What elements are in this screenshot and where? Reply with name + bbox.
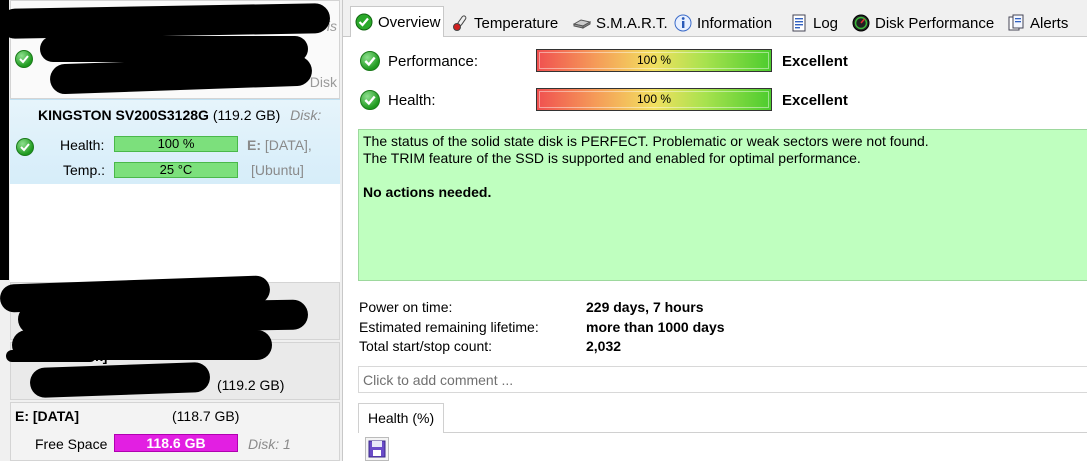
- tab-bar: Overview Temperature S.M.A.R.T. Informat…: [343, 0, 1087, 37]
- disk-capacity: (119.2 GB): [212, 107, 281, 123]
- power-on-value: 229 days, 7 hours: [586, 299, 704, 315]
- free-space-bar: 118.6 GB: [114, 434, 238, 452]
- tab-log[interactable]: Log: [786, 10, 846, 36]
- details-panel: Overview Temperature S.M.A.R.T. Informat…: [342, 0, 1087, 461]
- tab-disk-performance-label: Disk Performance: [875, 14, 995, 32]
- disk-model: KINGSTON SV200S3128G: [38, 107, 209, 123]
- disk-entry-3-capacity: (119.2 GB): [217, 377, 285, 393]
- tab-alerts-label: Alerts: [1030, 14, 1069, 32]
- tab-smart-label: S.M.A.R.T.: [596, 14, 668, 32]
- volume-name: E: [DATA]: [15, 408, 80, 424]
- health-label: Health:: [388, 92, 436, 109]
- temp-bar: 25 °C: [114, 162, 238, 178]
- tab-temperature-label: Temperature: [474, 14, 559, 32]
- disk-list-empty-area: [10, 184, 340, 282]
- save-button[interactable]: [365, 437, 389, 461]
- disk-entry-kingston[interactable]: KINGSTON SV200S3128G (119.2 GB) Disk: He…: [10, 99, 340, 184]
- health-label: Health:: [60, 137, 105, 153]
- health-status: Excellent: [782, 92, 848, 109]
- free-space-label: Free Space: [35, 436, 108, 452]
- performance-bar: 100 %: [536, 49, 772, 72]
- status-line-2: The TRIM feature of the SSD is supported…: [363, 150, 861, 166]
- performance-check-icon: [360, 51, 380, 71]
- speedometer-icon: [852, 14, 870, 32]
- disk-title: KINGSTON SV200S3128G (119.2 GB) Disk:: [38, 107, 321, 123]
- tab-disk-performance[interactable]: Disk Performance: [848, 10, 1002, 36]
- volume-disk-label: Disk: 1: [248, 436, 291, 452]
- performance-label: Performance:: [388, 53, 479, 70]
- status-line-1: The status of the solid state disk is PE…: [363, 133, 929, 149]
- lifetime-value: more than 1000 days: [586, 319, 725, 335]
- power-on-label: Power on time:: [359, 299, 453, 315]
- floppy-disk-icon: [368, 440, 386, 458]
- lifetime-label: Estimated remaining lifetime:: [359, 319, 539, 335]
- performance-value: 100 %: [636, 53, 672, 67]
- start-stop-value: 2,032: [586, 338, 622, 354]
- tab-information[interactable]: Information: [670, 10, 782, 36]
- tab-alerts[interactable]: Alerts: [1003, 10, 1083, 36]
- log-document-icon: [790, 14, 808, 32]
- thermometer-icon: [451, 14, 469, 32]
- disk-selected-status-check-icon: [16, 138, 34, 156]
- health-bar: 100 %: [114, 136, 238, 152]
- volume-capacity: (118.7 GB): [172, 408, 240, 424]
- tab-log-label: Log: [813, 14, 839, 32]
- disk-1-status-check-icon: [15, 50, 33, 68]
- tab-information-label: Information: [697, 14, 773, 32]
- tab-temperature[interactable]: Temperature: [447, 10, 569, 36]
- chart-tab-bar: Health (%): [358, 403, 1087, 433]
- comment-input[interactable]: Click to add comment ...: [358, 366, 1087, 393]
- health-bar: 100 %: [536, 88, 772, 111]
- health-check-icon: [360, 90, 380, 110]
- drive-letters: E: [DATA],: [247, 137, 312, 153]
- tab-smart[interactable]: S.M.A.R.T.: [569, 10, 669, 36]
- hard-drive-icon: [572, 14, 592, 32]
- drive-name: [DATA],: [264, 137, 312, 153]
- status-message-box: The status of the solid state disk is PE…: [358, 129, 1087, 281]
- temp-label: Temp.:: [63, 162, 106, 178]
- drive-name-2: [Ubuntu]: [251, 162, 304, 178]
- green-check-icon: [355, 13, 373, 31]
- performance-status: Excellent: [782, 53, 848, 70]
- drive-letter: E:: [247, 137, 261, 153]
- volume-entry[interactable]: E: [DATA] (118.7 GB) Free Space 118.6 GB…: [10, 402, 340, 461]
- info-icon: [674, 14, 692, 32]
- redaction: [0, 3, 331, 39]
- black-edge: [0, 0, 9, 280]
- redaction: [6, 350, 96, 362]
- redaction: [29, 361, 211, 399]
- disk-entry-1-label2: Disk: [309, 74, 337, 90]
- tab-health-percent[interactable]: Health (%): [358, 403, 445, 433]
- disk-number-label: Disk:: [290, 107, 322, 123]
- tab-overview[interactable]: Overview: [350, 6, 444, 37]
- tab-overview-label: Overview: [378, 13, 441, 31]
- alerts-icon: [1007, 14, 1025, 32]
- status-actions: No actions needed.: [363, 184, 492, 200]
- disk-list-panel: Dis Disk KINGSTON SV200S3128G (119.2 GB)…: [0, 0, 342, 461]
- health-value: 100 %: [636, 92, 672, 106]
- start-stop-label: Total start/stop count:: [359, 338, 493, 354]
